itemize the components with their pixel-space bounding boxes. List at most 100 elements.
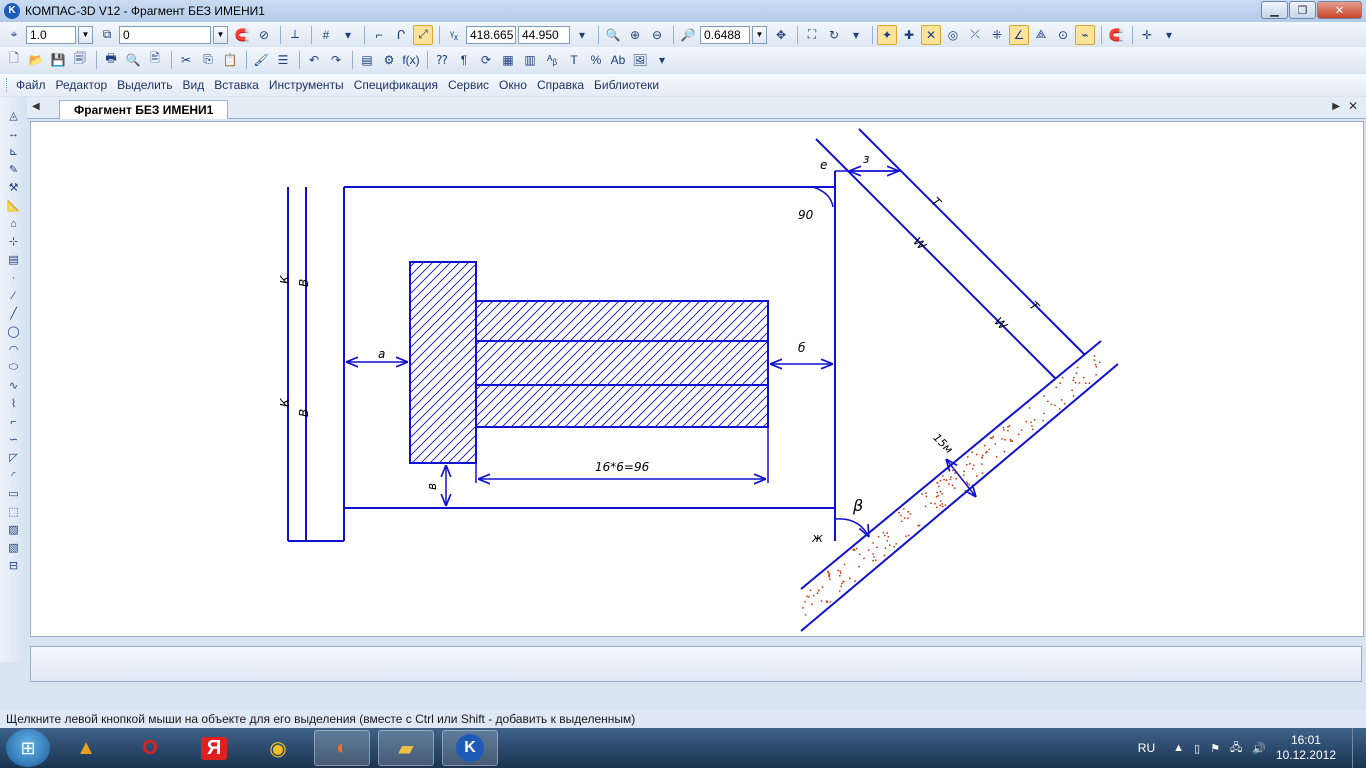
snap-center-icon[interactable]: ⊙ bbox=[1053, 25, 1073, 45]
select-icon[interactable]: ⌂ bbox=[4, 215, 24, 232]
bezier-icon[interactable]: ∽ bbox=[4, 431, 24, 448]
collection-icon[interactable]: ⊟ bbox=[4, 557, 24, 574]
magnet-icon[interactable]: 🧲 bbox=[232, 25, 252, 45]
new-document-icon[interactable]: 🗋 bbox=[4, 50, 24, 70]
snap-grid-icon[interactable]: ⁜ bbox=[987, 25, 1007, 45]
snap-middle-icon[interactable]: ⌁ bbox=[1075, 24, 1095, 45]
toolbar-more-icon[interactable]: ▾ bbox=[652, 50, 672, 70]
tray-network-icon[interactable]: 🖧 bbox=[1230, 739, 1242, 758]
tab-document[interactable]: Фрагмент БЕЗ ИМЕНИ1 bbox=[59, 100, 229, 119]
close-button[interactable]: ✕ bbox=[1317, 1, 1362, 19]
polyline-icon[interactable]: ⌐ bbox=[4, 413, 24, 430]
tab-scroll-left-icon[interactable]: ◀ bbox=[32, 101, 40, 112]
taskbar-app-yandex[interactable]: Я bbox=[186, 730, 242, 766]
grid-table-icon[interactable]: ▥ bbox=[520, 50, 540, 70]
symbols-icon[interactable]: ⊾ bbox=[4, 143, 24, 160]
fillet-icon[interactable]: ◜ bbox=[4, 467, 24, 484]
menu-view[interactable]: Вид bbox=[183, 78, 205, 92]
tray-flag-icon[interactable]: ⚑ bbox=[1210, 742, 1220, 755]
ortho-icon[interactable]: ⟂ bbox=[285, 25, 305, 45]
rectangle-icon[interactable]: ▭ bbox=[4, 485, 24, 502]
spec-icon[interactable]: ▤ bbox=[4, 251, 24, 268]
zoom-dropdown[interactable]: ▼ bbox=[752, 25, 767, 44]
coord-y-field[interactable]: 44.950 bbox=[518, 25, 570, 44]
menu-tools[interactable]: Инструменты bbox=[269, 78, 344, 92]
pan-icon[interactable]: ✥ bbox=[771, 25, 791, 45]
tray-expand-icon[interactable]: ▲ bbox=[1173, 742, 1184, 754]
spelling-icon[interactable]: ᴬᵦ bbox=[542, 50, 562, 70]
auxiliary-line-icon[interactable]: ⁄ bbox=[4, 287, 24, 304]
round-icon[interactable]: Ր bbox=[391, 25, 411, 45]
nurbs-icon[interactable]: ⌇ bbox=[4, 395, 24, 412]
snap-more-icon[interactable]: ▾ bbox=[1159, 25, 1179, 45]
show-desktop-button[interactable] bbox=[1352, 728, 1366, 768]
line-scale-field[interactable]: 1.0 bbox=[26, 25, 76, 44]
zoom-scale-icon[interactable]: 🔎 bbox=[678, 25, 698, 45]
taskbar-app-chrome[interactable]: ◉ bbox=[250, 730, 306, 766]
preview-icon[interactable]: 🖹 bbox=[145, 50, 165, 70]
chamfer-icon[interactable]: ◸ bbox=[4, 449, 24, 466]
point-icon[interactable]: · bbox=[4, 269, 24, 286]
edit-icon[interactable]: ✎ bbox=[4, 161, 24, 178]
print-icon[interactable]: 🖶 bbox=[101, 50, 121, 70]
arc-icon[interactable]: ◠ bbox=[4, 341, 24, 358]
snap-normal-icon[interactable]: ⤫ bbox=[965, 25, 985, 45]
properties-icon[interactable]: ☰ bbox=[273, 50, 293, 70]
refresh-icon[interactable]: ↻ bbox=[824, 25, 844, 45]
menu-specification[interactable]: Спецификация bbox=[354, 78, 438, 92]
copy-icon[interactable]: ⎘ bbox=[198, 50, 218, 70]
zoom-in-icon[interactable]: ⊕ bbox=[625, 25, 645, 45]
save-all-icon[interactable]: 🗐 bbox=[70, 50, 90, 70]
paragraph-icon[interactable]: ¶ bbox=[454, 50, 474, 70]
equidistant-icon[interactable]: ▧ bbox=[4, 539, 24, 556]
grid-dropdown-icon[interactable]: ▾ bbox=[338, 25, 358, 45]
text-tool-icon[interactable]: T bbox=[564, 50, 584, 70]
taskbar-app-explorer[interactable]: ▰ bbox=[378, 730, 434, 766]
undo-icon[interactable]: ↶ bbox=[304, 50, 324, 70]
snap-tangent-icon[interactable]: ◎ bbox=[943, 25, 963, 45]
parametrization-icon[interactable]: ⚒ bbox=[4, 179, 24, 196]
start-button[interactable]: ⊞ bbox=[6, 729, 50, 767]
maximize-button[interactable]: ❐ bbox=[1289, 1, 1316, 19]
magnet-off-icon[interactable]: ⊘ bbox=[254, 25, 274, 45]
ellipse-icon[interactable]: ⬭ bbox=[4, 359, 24, 376]
segment-icon[interactable]: ╱ bbox=[4, 305, 24, 322]
zoom-field[interactable]: 0.6488 bbox=[700, 25, 750, 44]
manager-icon[interactable]: ▤ bbox=[357, 50, 377, 70]
snap-align-icon[interactable]: ⟁ bbox=[1031, 25, 1051, 45]
coord-x-field[interactable]: 418.665 bbox=[466, 25, 516, 44]
menu-select[interactable]: Выделить bbox=[117, 78, 172, 92]
snap-extra-icon[interactable]: ✛ bbox=[1137, 25, 1157, 45]
show-all-icon[interactable]: ⛶ bbox=[802, 25, 822, 45]
line-scale-dropdown[interactable]: ▼ bbox=[78, 25, 93, 44]
image-icon[interactable]: 🖼 bbox=[630, 50, 650, 70]
library-icon[interactable]: ⚙ bbox=[379, 50, 399, 70]
print-preview-icon[interactable]: 🔍 bbox=[123, 50, 143, 70]
zoom-window-icon[interactable]: 🔍 bbox=[603, 25, 623, 45]
ortho-mode-icon[interactable]: ⤢ bbox=[413, 24, 433, 45]
zoom-out-icon[interactable]: ⊖ bbox=[647, 25, 667, 45]
contour-icon[interactable]: ⬚ bbox=[4, 503, 24, 520]
snap-magnet-icon[interactable]: 🧲 bbox=[1106, 25, 1126, 45]
constraints-icon[interactable]: ⊹ bbox=[4, 233, 24, 250]
menu-insert[interactable]: Вставка bbox=[214, 78, 259, 92]
drawing-canvas[interactable]: К В К В а б в е з 90 Т W Т W β ж 16*6=96… bbox=[30, 121, 1364, 637]
cut-icon[interactable]: ✂ bbox=[176, 50, 196, 70]
menu-editor[interactable]: Редактор bbox=[56, 78, 108, 92]
variables-icon[interactable]: f(x) bbox=[401, 50, 421, 70]
text-style-icon[interactable]: Ab bbox=[608, 50, 628, 70]
layer-dropdown[interactable]: ▼ bbox=[213, 25, 228, 44]
snap-settings-icon[interactable]: ⌖ bbox=[4, 25, 24, 45]
snap-nearest-icon[interactable]: ✦ bbox=[877, 24, 897, 45]
hatch-icon[interactable]: ▨ bbox=[4, 521, 24, 538]
rebuild-icon[interactable]: ⟳ bbox=[476, 50, 496, 70]
language-indicator[interactable]: RU bbox=[1138, 741, 1155, 755]
tray-device-icon[interactable]: ▯ bbox=[1194, 742, 1200, 755]
menu-service[interactable]: Сервис bbox=[448, 78, 489, 92]
clock[interactable]: 16:01 10.12.2012 bbox=[1276, 733, 1336, 763]
taskbar-app-firefox[interactable]: ◐ bbox=[314, 730, 370, 766]
tray-volume-icon[interactable]: 🔊 bbox=[1252, 742, 1266, 755]
taskbar-app-avast[interactable]: ▲ bbox=[58, 730, 114, 766]
minimize-button[interactable]: ▁ bbox=[1261, 1, 1288, 19]
circle-icon[interactable]: ◯ bbox=[4, 323, 24, 340]
